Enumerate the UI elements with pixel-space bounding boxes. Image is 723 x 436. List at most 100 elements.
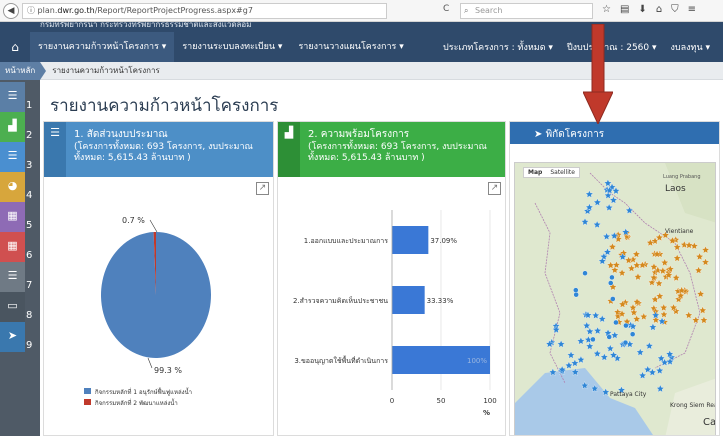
map-pin[interactable] (613, 319, 619, 326)
main-nav: ⌂ รายงานความก้าวหน้าโครงการ ▾ รายงานระบบ… (0, 32, 723, 62)
panel-title: 2. ความพร้อมโครงการ (308, 129, 410, 140)
panel-subtitle: (โครงการทั้งหมด: 693 โครงการ, งบประมาณทั… (74, 142, 253, 163)
breadcrumb-current: รายงานความก้าวหน้าโครงการ (52, 66, 160, 75)
sidebar-item-5[interactable]: ▦ 5 (0, 202, 40, 232)
sidebar-item-2[interactable]: ▟ 2 (0, 112, 40, 142)
location-arrow-icon: ➤ (534, 129, 546, 140)
map-pin[interactable] (606, 334, 612, 340)
panel-header: ▟ 2. ความพร้อมโครงการ (โครงการทั้งหมด: 6… (278, 122, 505, 177)
palette-icon: ◕ (0, 172, 25, 202)
monitor-icon: ▭ (0, 292, 25, 322)
sidebar-item-number: 4 (26, 190, 33, 201)
satellite-button[interactable]: Satellite (546, 168, 579, 177)
bar-chart-icon: ▟ (278, 122, 300, 177)
map-pin[interactable] (623, 322, 629, 329)
list-icon: ☰ (0, 262, 25, 292)
map-pin[interactable] (608, 280, 614, 286)
sidebar-item-number: 7 (26, 280, 33, 291)
map-pin[interactable] (629, 331, 636, 337)
home-icon[interactable]: ⌂ (656, 4, 662, 15)
bar[interactable] (392, 226, 429, 254)
category-label: 3.ขออนุญาตใช้พื้นที่ดำเนินการ (294, 354, 388, 365)
sidebar-item-1[interactable]: ☰ 1 (0, 82, 40, 112)
url-domain: dwr.go.th (57, 6, 95, 15)
map-pin[interactable] (573, 291, 579, 298)
map-place-label: Pattaya City (610, 391, 647, 398)
calendar-icon: ▦ (0, 232, 25, 262)
shield-icon[interactable]: ⛉ (671, 4, 679, 15)
url-bar[interactable]: ⓘ plan.dwr.go.th/Report/ReportProjectPro… (22, 3, 387, 19)
legend-item[interactable]: กิจกรรมหลักที่ 1 อนุรักษ์ฟื้นฟูแหล่งน้ำ (95, 386, 192, 396)
map-pin[interactable] (622, 339, 629, 346)
url-path: /Report/ReportProjectProgress.aspx#g7 (94, 6, 253, 15)
bar-value-label: 100% (467, 357, 487, 365)
map-place-label: Vientiane (665, 228, 694, 235)
filter-budget[interactable]: งบลงทุน ▾ (664, 40, 717, 54)
nav-progress-report[interactable]: รายงานความก้าวหน้าโครงการ ▾ (30, 32, 175, 62)
category-label: 2.สำรวจความคิดเห็นประชาชน (293, 296, 388, 305)
bar-value-label: 33.33% (427, 297, 454, 305)
sidebar-item-number: 2 (26, 130, 33, 141)
x-tick-label: 100 (483, 397, 496, 405)
legend-item[interactable]: กิจกรรมหลักที่ 2 พัฒนาแหล่งน้ำ (95, 397, 178, 407)
map-pin[interactable] (610, 296, 616, 302)
menu-icon[interactable]: ≡ (688, 4, 696, 15)
legend-swatch (84, 388, 91, 394)
pie-chart: 0.7 % 99.3 % กิจกรรมหลักที่ 1 อนุรักษ์ฟื้น… (84, 216, 211, 407)
breadcrumb: หน้าหลัก รายงานความก้าวหน้าโครงการ (0, 61, 723, 80)
map-pin[interactable] (609, 274, 615, 281)
map-place-label: Laos (665, 184, 686, 194)
category-label: 1.ออกแบบและประมาณการ (304, 237, 388, 245)
slice-leader-line (147, 357, 153, 369)
x-unit-label: % (483, 409, 490, 417)
map-type-control: Map Satellite (523, 167, 580, 178)
sidebar-item-3[interactable]: ☰ 3 (0, 142, 40, 172)
map-place-label: Krong Siem Reap (670, 402, 716, 409)
bar-chart-icon: ▟ (0, 112, 25, 142)
slice-label: 99.3 % (154, 366, 182, 375)
project-location-panel: ➤ พิกัดโครงการ Map Satellite Laos Vientia… (509, 121, 720, 436)
panel-header: ➤ พิกัดโครงการ (510, 122, 719, 144)
panel-title: ➤ พิกัดโครงการ (534, 127, 604, 142)
map-place-label: Ca (703, 417, 716, 428)
sidebar-item-6[interactable]: ▦ 6 (0, 232, 40, 262)
browser-toolbar: ◀ ⓘ plan.dwr.go.th/Report/ReportProjectP… (0, 0, 723, 22)
sidebar-item-8[interactable]: ▭ 8 (0, 292, 40, 322)
map-pin[interactable] (590, 336, 596, 343)
nav-planning-report[interactable]: รายงานวางแผนโครงการ ▾ (290, 32, 411, 62)
nav-registration-report[interactable]: รายงานระบบลงทะเบียน ▾ (174, 32, 290, 62)
bar-chart: 1.ออกแบบและประมาณการ 37.09% 2.สำรวจความคิด… (293, 210, 497, 417)
project-map[interactable]: Map Satellite Laos Vientiane Pattaya City K… (514, 162, 716, 435)
breadcrumb-home[interactable]: หน้าหลัก (0, 61, 41, 80)
list-icon: ☰ (0, 82, 25, 112)
panel-title-text: พิกัดโครงการ (545, 129, 605, 140)
sidebar-item-number: 5 (26, 220, 33, 231)
sidebar-item-7[interactable]: ☰ 7 (0, 262, 40, 292)
budget-proportion-panel: ☰ 1. สัดส่วนงบประมาณ (โครงการทั้งหมด: 69… (43, 121, 274, 436)
reading-list-icon[interactable]: ▤ (620, 4, 629, 15)
bar[interactable] (392, 286, 425, 314)
sidebar-item-number: 9 (26, 340, 33, 351)
browser-search-input[interactable]: ⌕ Search (460, 3, 593, 19)
bar-value-label: 37.09% (430, 237, 457, 245)
filter-project-type[interactable]: ประเภทโครงการ : ทั้งหมด ▾ (436, 40, 560, 54)
map-pin[interactable] (582, 270, 588, 276)
breadcrumb-separator (40, 61, 47, 80)
search-placeholder: Search (475, 6, 503, 15)
bookmark-star-icon[interactable]: ☆ (602, 4, 611, 15)
map-button[interactable]: Map (524, 168, 546, 177)
sidebar-item-4[interactable]: ◕ 4 (0, 172, 40, 202)
project-readiness-panel: ▟ 2. ความพร้อมโครงการ (โครงการทั้งหมด: 6… (277, 121, 506, 436)
panel-title: 1. สัดส่วนงบประมาณ (74, 129, 168, 140)
sidebar-item-number: 6 (26, 250, 33, 261)
sidebar-item-9[interactable]: ➤ 9 (0, 322, 40, 352)
slice-leader-line (149, 219, 158, 233)
back-button[interactable]: ◀ (3, 2, 19, 19)
reload-button[interactable]: C (443, 4, 449, 14)
home-icon[interactable]: ⌂ (0, 40, 30, 54)
red-down-arrow-icon (583, 24, 613, 124)
site-title-strip: กรมทรัพยากรน้ำ กระทรวงทรัพยากรธรรมชาติแล… (0, 22, 723, 32)
sidebar-item-number: 1 (26, 100, 33, 111)
map-pin[interactable] (573, 287, 579, 293)
download-icon[interactable]: ⬇ (638, 4, 646, 15)
